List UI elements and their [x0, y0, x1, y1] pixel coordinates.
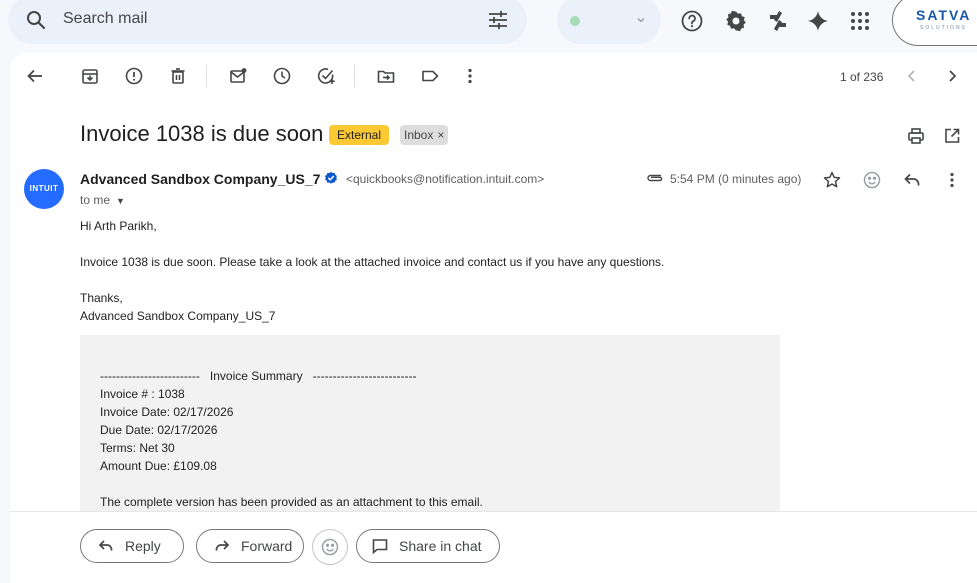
summary-header: ------------------------- Invoice Summar… — [100, 369, 417, 383]
caret-down-icon[interactable]: ▼ — [116, 196, 125, 206]
status-selector[interactable] — [557, 0, 661, 44]
share-in-chat-label: Share in chat — [399, 538, 482, 554]
reply-button-label: Reply — [125, 538, 161, 554]
emoji-reaction-button[interactable] — [312, 529, 348, 565]
search-options-icon[interactable] — [486, 8, 510, 32]
mark-unread-icon[interactable] — [228, 66, 248, 86]
pagination-count: 1 of 236 — [840, 70, 884, 84]
archive-icon[interactable] — [80, 66, 100, 86]
summary-note: The complete version has been provided a… — [100, 495, 483, 509]
reply-icon[interactable] — [902, 170, 922, 190]
verified-badge-icon — [324, 171, 338, 185]
email-subject: Invoice 1038 is due soon — [80, 121, 324, 146]
emoji-icon — [320, 537, 340, 557]
search-input[interactable]: Search mail — [63, 10, 147, 28]
summary-invoice-number: Invoice # : 1038 — [100, 387, 185, 401]
gear-icon[interactable] — [724, 9, 748, 33]
email-timestamp: 5:54 PM (0 minutes ago) — [670, 172, 802, 186]
star-icon[interactable] — [822, 170, 842, 190]
reply-button[interactable]: Reply — [80, 529, 184, 563]
recipient-details[interactable]: to me ▼ — [80, 193, 125, 207]
label-inbox-text: Inbox — [404, 128, 434, 142]
sender-avatar[interactable]: INTUIT — [24, 169, 64, 209]
remove-label-button[interactable]: × — [437, 128, 444, 142]
email-view: 1 of 236 Invoice 1038 is due soon Extern… — [10, 53, 977, 583]
delete-icon[interactable] — [168, 66, 188, 86]
sender-name[interactable]: Advanced Sandbox Company_US_7 — [80, 171, 320, 187]
label-inbox: Inbox × — [400, 125, 449, 145]
brand-name: SATVA — [916, 7, 972, 23]
chevron-left-icon[interactable] — [902, 66, 922, 86]
apps-grid-icon[interactable] — [848, 9, 872, 33]
reply-icon — [97, 537, 115, 555]
invoice-summary-box: ------------------------- Invoice Summar… — [80, 335, 780, 515]
help-icon[interactable] — [680, 9, 704, 33]
chat-icon — [371, 537, 389, 555]
more-vertical-icon[interactable] — [460, 66, 480, 86]
toolbar-divider — [354, 65, 355, 87]
search-icon[interactable] — [24, 8, 48, 32]
search-bar[interactable]: Search mail — [8, 0, 527, 44]
summary-due-date: Due Date: 02/17/2026 — [100, 423, 218, 437]
summary-amount-due: Amount Due: £109.08 — [100, 459, 217, 473]
gemini-icon[interactable] — [806, 9, 830, 33]
snooze-clock-icon[interactable] — [272, 66, 292, 86]
email-signoff: Thanks, — [80, 291, 123, 305]
back-arrow-icon[interactable] — [25, 66, 45, 86]
share-in-chat-button[interactable]: Share in chat — [356, 529, 500, 563]
email-message: Invoice 1038 is due soon. Please take a … — [80, 255, 665, 269]
print-icon[interactable] — [906, 126, 926, 146]
label-icon[interactable] — [420, 66, 440, 86]
more-vertical-icon[interactable] — [942, 170, 962, 190]
email-greeting: Hi Arth Parikh, — [80, 219, 157, 233]
report-spam-icon[interactable] — [124, 66, 144, 86]
forward-button-label: Forward — [241, 538, 293, 554]
label-external: External — [329, 125, 390, 145]
summary-terms: Terms: Net 30 — [100, 441, 175, 455]
forward-icon — [213, 537, 231, 555]
attachment-icon — [646, 171, 664, 185]
chevron-right-icon[interactable] — [942, 66, 962, 86]
email-signature: Advanced Sandbox Company_US_7 — [80, 309, 276, 323]
add-task-icon[interactable] — [316, 66, 336, 86]
sender-email: <quickbooks@notification.intuit.com> — [346, 172, 545, 186]
emoji-reaction-icon[interactable] — [862, 170, 882, 190]
brand-subtitle: SOLUTIONS — [920, 25, 967, 31]
apps-script-icon[interactable] — [766, 9, 790, 33]
summary-invoice-date: Invoice Date: 02/17/2026 — [100, 405, 234, 419]
move-to-folder-icon[interactable] — [376, 66, 396, 86]
recipient-text: to me — [80, 193, 111, 207]
status-dot — [570, 16, 580, 26]
open-in-new-window-icon[interactable] — [942, 126, 962, 146]
toolbar-divider — [206, 65, 207, 87]
top-bar: Search mail SATVA SOLUTIONS — [0, 0, 977, 46]
account-brand-logo[interactable]: SATVA SOLUTIONS — [892, 0, 977, 46]
forward-button[interactable]: Forward — [196, 529, 304, 563]
chevron-down-icon — [635, 14, 647, 26]
